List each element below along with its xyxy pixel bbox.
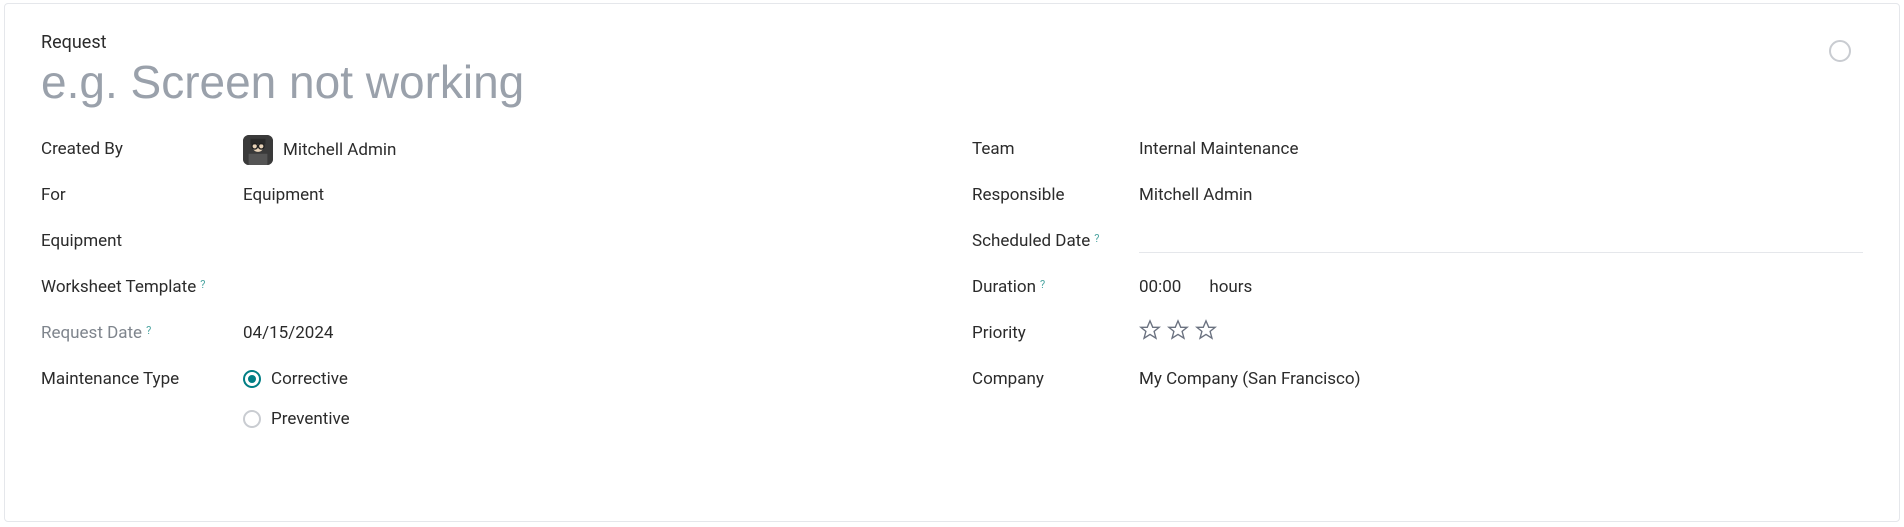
company-value[interactable]: My Company (San Francisco)	[1139, 365, 1863, 393]
star-icon[interactable]	[1139, 319, 1161, 341]
form-section-label: Request	[41, 32, 1863, 53]
maintenance-type-field: Maintenance Type Corrective Preventive	[41, 361, 932, 437]
radio-icon	[243, 370, 261, 388]
created-by-field: Created By Mitchell Admin	[41, 131, 932, 177]
created-by-name: Mitchell Admin	[283, 136, 396, 164]
radio-preventive-label: Preventive	[271, 405, 350, 433]
scheduled-date-label-text: Scheduled Date	[972, 227, 1090, 255]
maintenance-type-label: Maintenance Type	[41, 365, 231, 393]
for-value[interactable]: Equipment	[243, 181, 932, 209]
team-field: Team Internal Maintenance	[972, 131, 1863, 177]
duration-unit: hours	[1209, 273, 1252, 301]
help-icon[interactable]: ?	[200, 271, 205, 299]
request-date-label: Request Date ?	[41, 319, 231, 349]
radio-corrective-label: Corrective	[271, 365, 348, 393]
team-label: Team	[972, 135, 1127, 163]
form-columns: Created By Mitchell Admin	[41, 131, 1863, 437]
maintenance-type-radio-group: Corrective Preventive	[243, 365, 350, 433]
worksheet-template-label: Worksheet Template ?	[41, 273, 231, 303]
priority-field: Priority	[972, 315, 1863, 361]
scheduled-date-field: Scheduled Date ?	[972, 223, 1863, 269]
radio-icon	[243, 410, 261, 428]
responsible-value[interactable]: Mitchell Admin	[1139, 181, 1863, 209]
equipment-field: Equipment	[41, 223, 932, 269]
duration-value-wrap[interactable]: 00:00 hours	[1139, 273, 1863, 301]
created-by-value[interactable]: Mitchell Admin	[243, 135, 932, 165]
equipment-label: Equipment	[41, 227, 231, 255]
for-field: For Equipment	[41, 177, 932, 223]
scheduled-date-value[interactable]	[1139, 227, 1863, 253]
responsible-field: Responsible Mitchell Admin	[972, 177, 1863, 223]
star-icon[interactable]	[1167, 319, 1189, 341]
for-label: For	[41, 181, 231, 209]
maintenance-type-value: Corrective Preventive	[243, 365, 932, 433]
left-column: Created By Mitchell Admin	[41, 131, 932, 437]
request-date-label-text: Request Date	[41, 319, 142, 347]
duration-label: Duration ?	[972, 273, 1127, 303]
help-icon[interactable]: ?	[1094, 225, 1099, 253]
request-date-value[interactable]: 04/15/2024	[243, 319, 932, 347]
request-form-card: Request Created By	[4, 3, 1900, 522]
radio-preventive[interactable]: Preventive	[243, 405, 350, 433]
duration-value: 00:00	[1139, 273, 1181, 301]
priority-stars	[1139, 319, 1217, 341]
radio-corrective[interactable]: Corrective	[243, 365, 350, 393]
help-icon[interactable]: ?	[146, 317, 151, 345]
request-title-input[interactable]	[41, 55, 1863, 109]
created-by-label: Created By	[41, 135, 231, 163]
company-label: Company	[972, 365, 1127, 393]
responsible-label: Responsible	[972, 181, 1127, 209]
team-value[interactable]: Internal Maintenance	[1139, 135, 1863, 163]
duration-label-text: Duration	[972, 273, 1036, 301]
company-field: Company My Company (San Francisco)	[972, 361, 1863, 407]
priority-label: Priority	[972, 319, 1127, 347]
kanban-state-indicator[interactable]	[1829, 40, 1851, 62]
duration-field: Duration ? 00:00 hours	[972, 269, 1863, 315]
worksheet-template-label-text: Worksheet Template	[41, 273, 196, 301]
request-date-field: Request Date ? 04/15/2024	[41, 315, 932, 361]
priority-value	[1139, 319, 1863, 341]
help-icon[interactable]: ?	[1040, 271, 1045, 299]
star-icon[interactable]	[1195, 319, 1217, 341]
right-column: Team Internal Maintenance Responsible Mi…	[972, 131, 1863, 437]
scheduled-date-underline	[1139, 241, 1863, 253]
user-avatar-icon	[243, 135, 273, 165]
worksheet-template-field: Worksheet Template ?	[41, 269, 932, 315]
scheduled-date-label: Scheduled Date ?	[972, 227, 1127, 257]
